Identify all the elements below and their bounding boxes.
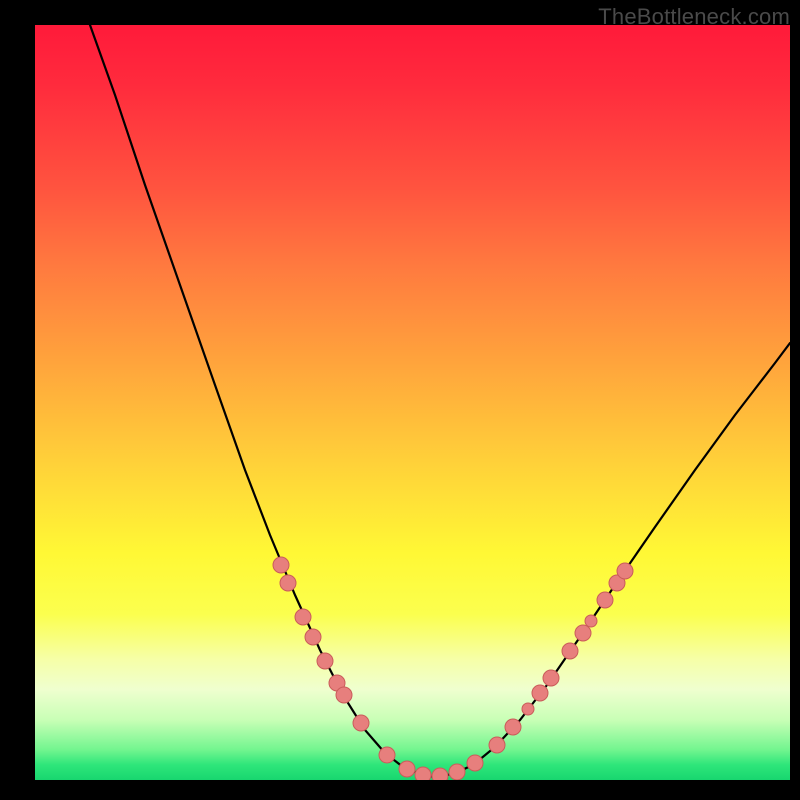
marker-dot [467, 755, 483, 771]
chart-svg [35, 25, 790, 780]
marker-dot [415, 767, 431, 780]
marker-dot [562, 643, 578, 659]
marker-dot [317, 653, 333, 669]
plot-area [35, 25, 790, 780]
series-right-curve [435, 343, 790, 777]
series-left-curve [90, 25, 435, 777]
markers-group [273, 557, 633, 780]
chart-frame: TheBottleneck.com [0, 0, 800, 800]
marker-dot [489, 737, 505, 753]
marker-dot [522, 703, 534, 715]
marker-dot [505, 719, 521, 735]
marker-dot [305, 629, 321, 645]
marker-dot [575, 625, 591, 641]
marker-dot [449, 764, 465, 780]
series-group [90, 25, 790, 777]
marker-dot [617, 563, 633, 579]
marker-dot [399, 761, 415, 777]
marker-dot [432, 768, 448, 780]
marker-dot [353, 715, 369, 731]
watermark-text: TheBottleneck.com [598, 4, 790, 30]
marker-dot [273, 557, 289, 573]
marker-dot [379, 747, 395, 763]
marker-dot [280, 575, 296, 591]
marker-dot [336, 687, 352, 703]
marker-dot [597, 592, 613, 608]
marker-dot [585, 615, 597, 627]
marker-dot [543, 670, 559, 686]
marker-dot [532, 685, 548, 701]
marker-dot [295, 609, 311, 625]
